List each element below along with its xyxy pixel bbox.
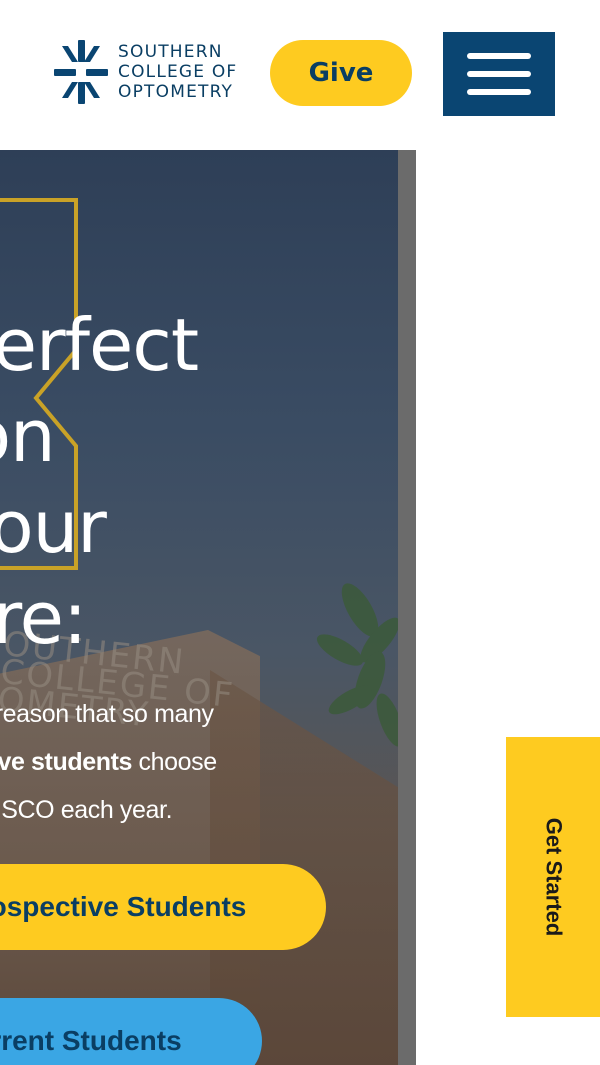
intro-bold-text: ective students [0,748,133,776]
logo-mark-icon [54,40,108,104]
hamburger-menu-button[interactable] [443,32,555,116]
site-logo[interactable]: SOUTHERN COLLEGE OF OPTOMETRY [50,36,265,108]
current-students-button[interactable]: rrent Students [0,998,262,1065]
intro-line-3: y to SCO each year. [0,796,173,824]
logo-line-2: COLLEGE OF [118,62,238,82]
prospective-students-button[interactable]: ospective Students [0,864,326,950]
hamburger-menu-icon-bar [467,71,531,77]
intro-line-1: s a reason that so many [0,700,214,728]
hamburger-menu-icon [467,53,531,59]
hero-intro-text: s a reason that so many ective students … [0,690,336,834]
hamburger-menu-icon-bar [467,89,531,95]
hero-scrollbar[interactable] [398,150,416,1065]
logo-line-3: OPTOMETRY [118,82,234,102]
hero-headline: perfect ion your ure: [0,300,408,664]
get-started-label: Get Started [541,817,566,937]
headline-line: ion [0,394,56,478]
headline-line: your [0,485,107,569]
hero-section: OUTHERN COLLEGE OF OMETRY perfect ion yo… [0,150,416,1065]
get-started-tab[interactable]: Get Started [506,737,600,1017]
logo-wordmark: SOUTHERN COLLEGE OF OPTOMETRY [118,42,237,102]
give-button[interactable]: Give [270,40,412,106]
intro-line-2-rest: choose [132,748,218,776]
headline-line: perfect [0,303,199,387]
site-header: SOUTHERN COLLEGE OF OPTOMETRY Give [0,0,600,150]
headline-line: ure: [0,576,87,660]
logo-line-1: SOUTHERN [118,42,223,62]
